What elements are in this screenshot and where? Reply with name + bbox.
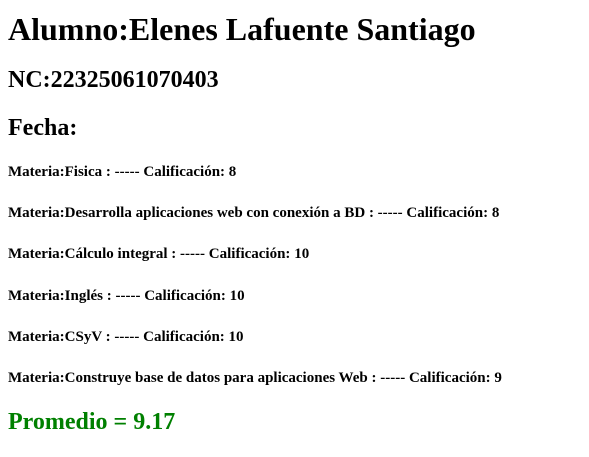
student-name-heading: Alumno:Elenes Lafuente Santiago: [8, 11, 476, 48]
subject-label: Materia:: [8, 246, 65, 263]
subject-separator: : -----: [102, 164, 144, 180]
subject-label: Materia:: [8, 205, 65, 222]
grade-label: Calificación:: [143, 328, 229, 345]
student-label: Alumno:: [8, 11, 129, 47]
subject-separator: : -----: [167, 246, 209, 263]
subject-row: Materia:Cálculo integral : ----- Calific…: [8, 245, 502, 286]
control-number-value: 22325061070403: [50, 67, 219, 93]
subject-row: Materia:Inglés : ----- Calificación: 10: [8, 287, 502, 328]
average-value: 9.17: [133, 409, 176, 435]
grade-label: Calificación:: [144, 287, 230, 304]
subject-separator: : -----: [101, 328, 144, 345]
subject-row: Materia:Construye base de datos para apl…: [8, 369, 502, 410]
subject-row: Materia:Fisica : ----- Calificación: 8: [8, 163, 502, 204]
grade-value: 8: [491, 205, 500, 222]
subject-name: Desarrolla aplicaciones web con conexión…: [64, 205, 366, 222]
date-heading: Fecha:: [8, 114, 77, 142]
subject-label: Materia:: [8, 287, 65, 304]
subject-separator: : -----: [102, 287, 145, 304]
subject-name: Fisica: [64, 164, 103, 180]
grade-value: 9: [494, 369, 502, 386]
subject-row: Materia:CSyV : ----- Calificación: 10: [8, 328, 502, 369]
control-number-label: NC:: [8, 67, 51, 93]
grade-label: Calificación:: [143, 164, 229, 180]
subject-name: Inglés: [64, 287, 103, 304]
grade-label: Calificación:: [406, 205, 492, 222]
grade-value: 10: [228, 328, 244, 345]
grade-label: Calificación:: [408, 369, 495, 386]
grade-value: 10: [294, 246, 310, 263]
subject-name: Cálculo integral: [64, 246, 168, 263]
grade-value: 10: [229, 287, 245, 304]
grade-value: 8: [228, 164, 237, 180]
subject-label: Materia:: [8, 369, 65, 386]
average-heading: Promedio = 9.17: [8, 408, 175, 436]
subject-list: Materia:Fisica : ----- Calificación: 8 M…: [8, 163, 502, 410]
subject-name: Construye base de datos para aplicacione…: [64, 369, 368, 386]
subject-separator: : -----: [365, 205, 407, 222]
control-number-heading: NC:22325061070403: [8, 66, 219, 94]
subject-separator: : -----: [367, 369, 409, 386]
subject-name: CSyV: [64, 328, 102, 345]
average-label: Promedio =: [8, 409, 134, 435]
date-label: Fecha:: [8, 115, 78, 141]
grade-label: Calificación:: [208, 246, 295, 263]
subject-label: Materia:: [8, 164, 65, 180]
student-name: Elenes Lafuente Santiago: [128, 11, 476, 47]
subject-row: Materia:Desarrolla aplicaciones web con …: [8, 204, 502, 245]
subject-label: Materia:: [8, 328, 65, 345]
